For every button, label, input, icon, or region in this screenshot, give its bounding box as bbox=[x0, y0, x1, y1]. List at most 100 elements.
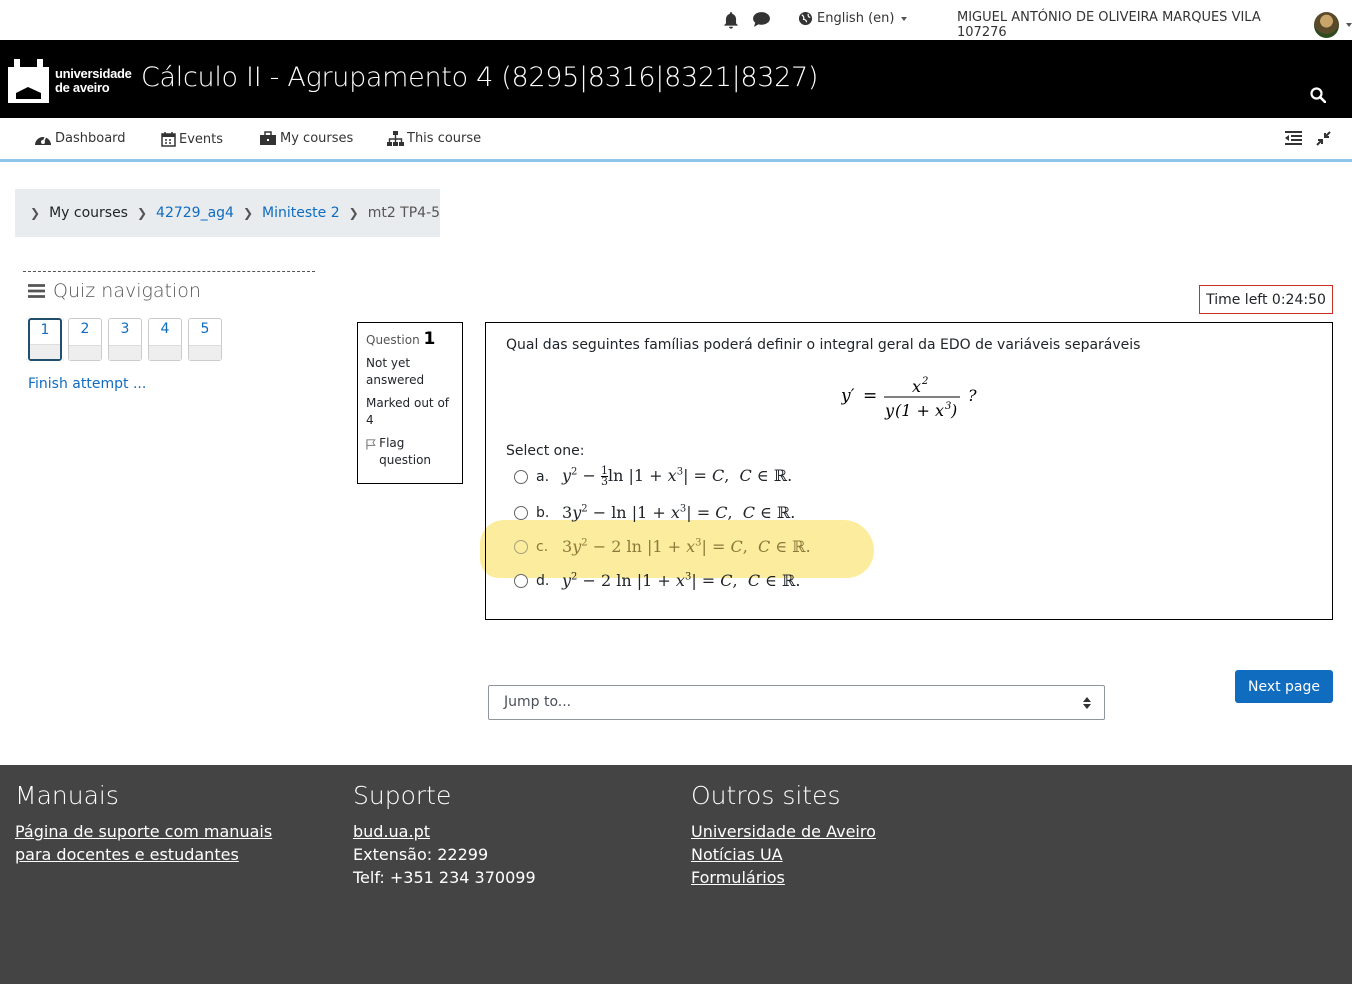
language-menu[interactable]: English (en) bbox=[798, 11, 908, 26]
question-state: Not yet answered bbox=[366, 356, 425, 387]
question-button-4[interactable]: 4 bbox=[148, 318, 182, 361]
footer-extension: Extensão: 22299 bbox=[353, 845, 489, 864]
chat-icon[interactable] bbox=[752, 11, 771, 28]
compress-icon bbox=[1316, 131, 1331, 146]
footer-col-suporte: Suporte bud.ua.pt Extensão: 22299 Telf: … bbox=[353, 781, 536, 889]
svg-text:y′: y′ bbox=[841, 386, 855, 406]
nav-dashboard[interactable]: Dashboard bbox=[34, 131, 126, 146]
logo-mark-icon bbox=[8, 59, 49, 103]
question-info: Question 1 Not yet answered Marked out o… bbox=[357, 322, 463, 484]
footer-col-outros: Outros sites Universidade de Aveiro Notí… bbox=[691, 781, 876, 889]
select-arrows-icon bbox=[1083, 697, 1091, 709]
university-logo[interactable]: universidade de aveiro bbox=[8, 59, 132, 103]
option-formula: 3y2 − 2 ln |1 + x3| = C, C ∈ ℝ. bbox=[562, 537, 811, 556]
sitemap-icon bbox=[387, 131, 404, 146]
radio-d[interactable] bbox=[514, 573, 528, 588]
footer-link-ua[interactable]: Universidade de Aveiro bbox=[691, 820, 876, 843]
top-bar: English (en) MIGUEL ANTÓNIO DE OLIVEIRA … bbox=[0, 0, 1352, 40]
chevron-right-icon: ❯ bbox=[348, 206, 359, 220]
user-name: MIGUEL ANTÓNIO DE OLIVEIRA MARQUES VILA … bbox=[957, 10, 1261, 40]
block-drawer-toggle[interactable] bbox=[1284, 131, 1303, 150]
footer-link-bud[interactable]: bud.ua.pt bbox=[353, 820, 536, 843]
question-button-3[interactable]: 3 bbox=[108, 318, 142, 361]
fullscreen-toggle[interactable] bbox=[1316, 131, 1331, 150]
svg-text:y: y bbox=[884, 401, 895, 420]
option-formula: y2 − 1 3 ln |1 + x3| = C, C ∈ ℝ. bbox=[562, 464, 793, 488]
answer-option-b[interactable]: b. 3y2 − ln |1 + x3| = C, C ∈ ℝ. bbox=[514, 503, 795, 522]
answer-option-d[interactable]: d. y2 − 2 ln |1 + x3| = C, C ∈ ℝ. bbox=[514, 571, 800, 590]
hamburger-icon bbox=[28, 284, 45, 298]
radio-c[interactable] bbox=[514, 539, 528, 554]
breadcrumb-course[interactable]: 42729_ag4 bbox=[156, 205, 234, 221]
question-marks: Marked out of 4 bbox=[366, 396, 450, 427]
globe-icon bbox=[798, 11, 813, 26]
breadcrumb-my-courses[interactable]: My courses bbox=[49, 205, 128, 221]
dashboard-icon bbox=[35, 135, 51, 145]
option-formula: 3y2 − ln |1 + x3| = C, C ∈ ℝ. bbox=[562, 503, 796, 522]
question-buttons: 1 2 3 4 5 bbox=[26, 316, 222, 363]
svg-text:x: x bbox=[935, 401, 944, 420]
nav-this-course[interactable]: This course bbox=[387, 131, 481, 146]
svg-text:2: 2 bbox=[921, 376, 928, 387]
question-content: Qual das seguintes famílias poderá defin… bbox=[485, 322, 1333, 620]
time-left: Time left 0:24:50 bbox=[1199, 285, 1333, 314]
footer-col-manuais: Manuais Página de suporte com manuais pa… bbox=[15, 781, 272, 866]
site-header: universidade de aveiro Cálculo II - Agru… bbox=[0, 40, 1352, 118]
option-letter: a. bbox=[536, 468, 550, 485]
finish-attempt-link[interactable]: Finish attempt ... bbox=[28, 376, 146, 392]
main-nav: Dashboard Events My courses This course bbox=[0, 118, 1352, 162]
next-page-button[interactable]: Next page bbox=[1235, 670, 1333, 703]
course-title[interactable]: Cálculo II - Agrupamento 4 (8295|8316|83… bbox=[141, 62, 818, 93]
breadcrumb: ❯ My courses ❯ 42729_ag4 ❯ Miniteste 2 ❯… bbox=[15, 189, 440, 237]
jump-to-select[interactable]: Jump to... bbox=[488, 685, 1105, 720]
footer-link-manuals[interactable]: Página de suporte com manuais bbox=[15, 820, 272, 843]
footer-link-forms[interactable]: Formulários bbox=[691, 866, 876, 889]
svg-text:(1 +: (1 + bbox=[895, 401, 930, 420]
equation: y′ = x 2 y (1 + x 3 ) ? bbox=[841, 376, 977, 420]
option-formula: y2 − 2 ln |1 + x3| = C, C ∈ ℝ. bbox=[562, 571, 801, 590]
chevron-right-icon: ❯ bbox=[242, 206, 254, 220]
footer-heading: Outros sites bbox=[691, 781, 841, 810]
quiz-nav-title[interactable]: Quiz navigation bbox=[28, 280, 315, 302]
nav-events[interactable]: Events bbox=[161, 131, 223, 147]
chevron-right-icon: ❯ bbox=[136, 206, 148, 220]
svg-text:): ) bbox=[950, 401, 957, 420]
breadcrumb-current: mt2 TP4-5 bbox=[367, 205, 441, 221]
search-icon[interactable] bbox=[1310, 87, 1326, 103]
svg-text:x: x bbox=[912, 377, 921, 396]
quiz-navigation: Quiz navigation 1 2 3 4 5 Finish attempt… bbox=[23, 271, 315, 392]
chevron-down-icon bbox=[1346, 23, 1352, 27]
radio-a[interactable] bbox=[514, 469, 528, 484]
jump-to-label: Jump to... bbox=[504, 694, 572, 710]
bell-icon[interactable] bbox=[722, 11, 740, 29]
flag-question-toggle[interactable]: Flag question bbox=[366, 435, 454, 469]
footer-heading: Manuais bbox=[15, 781, 119, 810]
question-button-2[interactable]: 2 bbox=[68, 318, 102, 361]
question-button-1[interactable]: 1 bbox=[26, 316, 64, 363]
divider bbox=[23, 271, 315, 272]
briefcase-icon bbox=[260, 131, 276, 145]
user-menu[interactable]: MIGUEL ANTÓNIO DE OLIVEIRA MARQUES VILA … bbox=[957, 10, 1352, 40]
option-letter: b. bbox=[536, 504, 550, 521]
footer-heading: Suporte bbox=[353, 781, 452, 810]
chevron-right-icon: ❯ bbox=[30, 206, 41, 220]
answer-option-c[interactable]: c. 3y2 − 2 ln |1 + x3| = C, C ∈ ℝ. bbox=[514, 537, 811, 556]
calendar-icon bbox=[161, 132, 176, 147]
radio-b[interactable] bbox=[514, 505, 528, 520]
indent-icon bbox=[1285, 131, 1302, 145]
footer-phone: Telf: +351 234 370099 bbox=[353, 868, 536, 887]
site-footer: Manuais Página de suporte com manuais pa… bbox=[0, 765, 1352, 984]
answer-option-a[interactable]: a. y2 − 1 3 ln |1 + x3| = C, C ∈ ℝ. bbox=[514, 464, 793, 488]
footer-link-news[interactable]: Notícias UA bbox=[691, 843, 876, 866]
svg-text:?: ? bbox=[968, 386, 977, 405]
question-button-5[interactable]: 5 bbox=[188, 318, 222, 361]
question-number: 1 bbox=[423, 329, 436, 349]
nav-my-courses[interactable]: My courses bbox=[259, 131, 353, 146]
flag-icon bbox=[366, 439, 376, 450]
select-one-label: Select one: bbox=[506, 443, 585, 459]
breadcrumb-section[interactable]: Miniteste 2 bbox=[262, 205, 340, 221]
question-text: Qual das seguintes famílias poderá defin… bbox=[506, 337, 1141, 353]
option-letter: c. bbox=[536, 538, 549, 555]
language-label: English (en) bbox=[817, 11, 895, 26]
footer-link-manuals-cont[interactable]: para docentes e estudantes bbox=[15, 843, 272, 866]
